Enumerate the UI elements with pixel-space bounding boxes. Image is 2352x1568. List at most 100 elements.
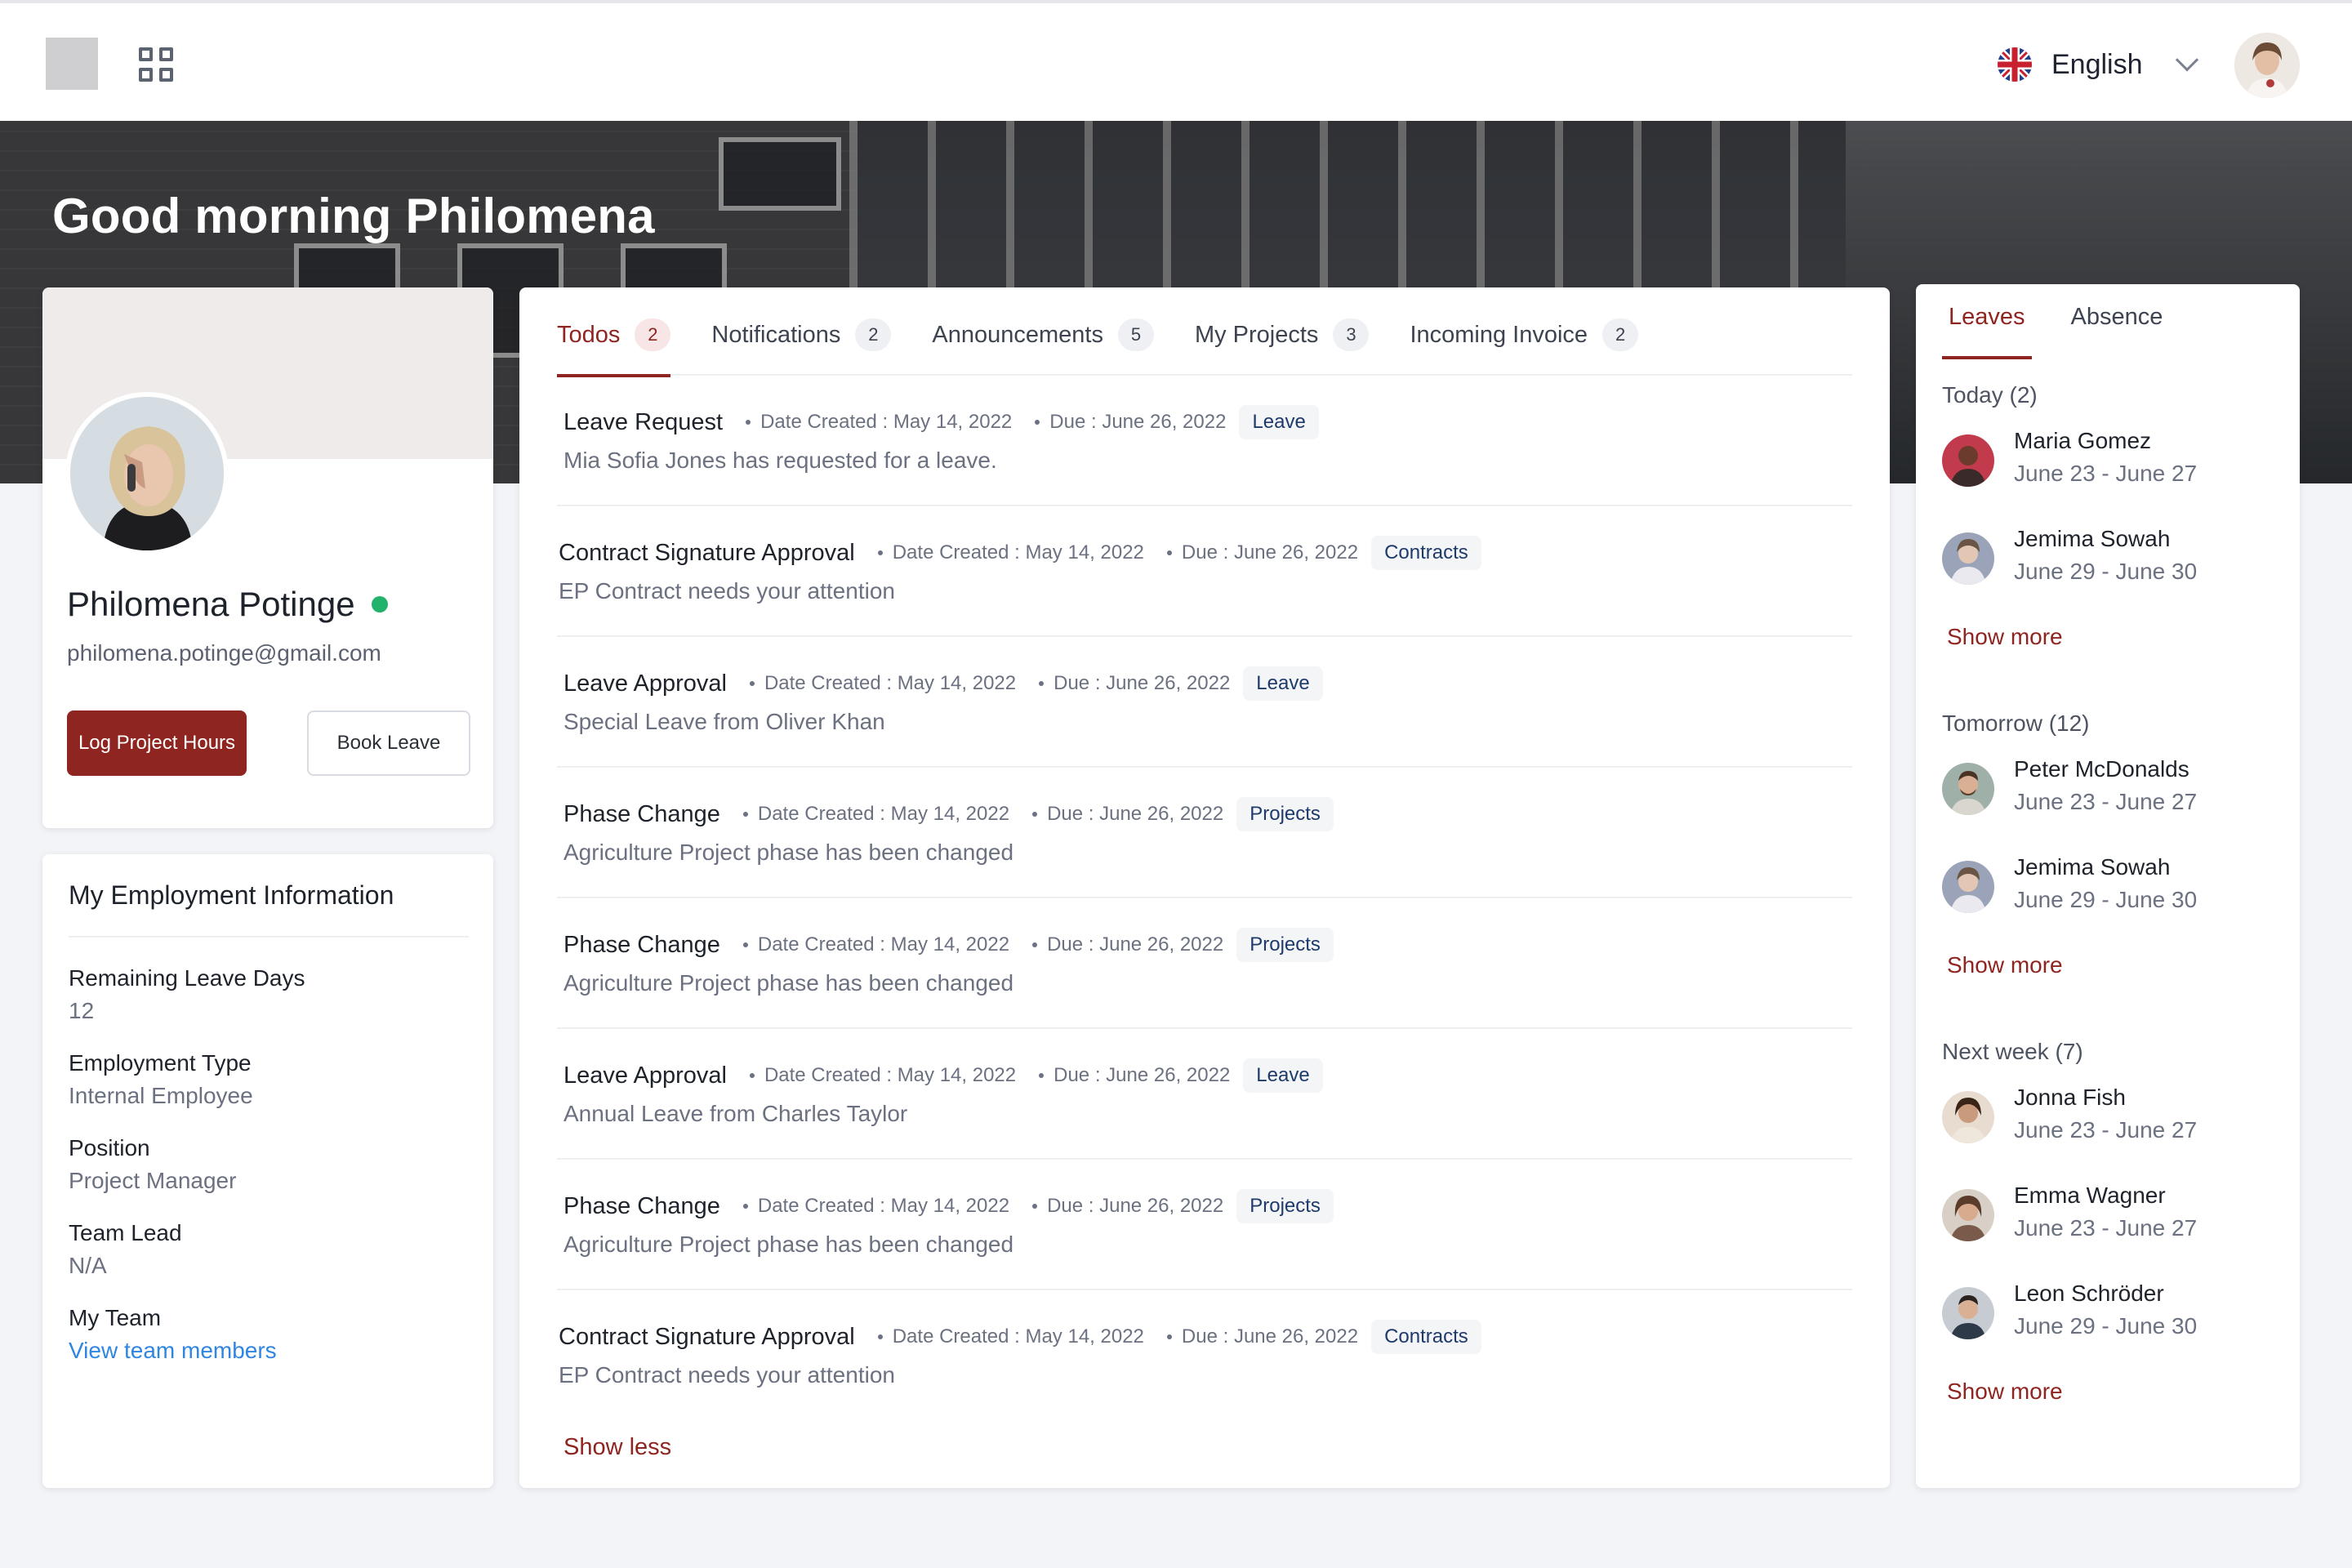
employment-item: My Team View team members bbox=[69, 1302, 469, 1387]
task-date-created: Date Created : May 14, 2022 bbox=[878, 1325, 1144, 1348]
show-more-link[interactable]: Show more bbox=[1942, 1379, 2277, 1405]
leave-group-title: Tomorrow (12) bbox=[1942, 710, 2090, 736]
employment-item: Position Project Manager bbox=[69, 1132, 469, 1217]
task-item[interactable]: Contract Signature Approval Date Created… bbox=[557, 1290, 1852, 1421]
task-tag: Leave bbox=[1243, 666, 1323, 701]
language-label: English bbox=[2051, 48, 2143, 80]
employment-label: Position bbox=[69, 1135, 150, 1160]
grid-icon[interactable] bbox=[139, 47, 175, 83]
leave-group-title: Next week (7) bbox=[1942, 1039, 2083, 1064]
task-description: Mia Sofia Jones has requested for a leav… bbox=[564, 448, 997, 473]
employment-value: Internal Employee bbox=[69, 1083, 253, 1108]
task-item[interactable]: Phase Change Date Created : May 14, 2022… bbox=[557, 898, 1852, 1029]
task-item[interactable]: Phase Change Date Created : May 14, 2022… bbox=[557, 768, 1852, 898]
employment-value: N/A bbox=[69, 1253, 107, 1278]
leave-person[interactable]: Leon Schröder June 29 - June 30 bbox=[1942, 1281, 2277, 1379]
leave-person[interactable]: Emma Wagner June 23 - June 27 bbox=[1942, 1183, 2277, 1281]
employment-label: Remaining Leave Days bbox=[69, 965, 305, 991]
tab-my-projects[interactable]: My Projects 3 bbox=[1195, 317, 1370, 376]
tab-incoming-invoice[interactable]: Incoming Invoice 2 bbox=[1410, 317, 1639, 376]
tab-label: Incoming Invoice bbox=[1410, 322, 1588, 348]
employment-item: Team Lead N/A bbox=[69, 1217, 469, 1302]
leave-person[interactable]: Jonna Fish June 23 - June 27 bbox=[1942, 1085, 2277, 1183]
leave-person[interactable]: Jemima Sowah June 29 - June 30 bbox=[1942, 854, 2277, 952]
user-avatar[interactable] bbox=[2234, 33, 2300, 98]
tasks-card: Todos 2 Notifications 2 Announcements 5 … bbox=[519, 287, 1890, 1488]
avatar bbox=[1942, 1189, 1994, 1241]
show-less-link[interactable]: Show less bbox=[564, 1434, 671, 1461]
tab-leaves[interactable]: Leaves bbox=[1942, 304, 2032, 359]
tab-count-badge: 3 bbox=[1333, 318, 1370, 351]
tab-notifications[interactable]: Notifications 2 bbox=[711, 317, 892, 376]
task-item[interactable]: Leave Request Date Created : May 14, 202… bbox=[557, 376, 1852, 506]
employment-item: Employment Type Internal Employee bbox=[69, 1047, 469, 1132]
language-selector[interactable]: English bbox=[1998, 42, 2198, 87]
task-item[interactable]: Contract Signature Approval Date Created… bbox=[557, 506, 1852, 637]
profile-name-row: Philomena Potinge bbox=[67, 585, 388, 624]
task-description: EP Contract needs your attention bbox=[559, 578, 895, 604]
tab-label: Notifications bbox=[711, 322, 841, 348]
task-title: Phase Change bbox=[564, 931, 720, 958]
task-due-date: Due : June 26, 2022 bbox=[1032, 933, 1223, 956]
leave-person-dates: June 29 - June 30 bbox=[2014, 1313, 2198, 1339]
leave-person-name: Peter McDonalds bbox=[2014, 756, 2189, 782]
task-title: Phase Change bbox=[564, 800, 720, 827]
avatar bbox=[1942, 1287, 1994, 1339]
tab-absence[interactable]: Absence bbox=[2065, 304, 2170, 359]
divider bbox=[69, 936, 469, 938]
tab-announcements[interactable]: Announcements 5 bbox=[932, 317, 1154, 376]
tab-label: Announcements bbox=[932, 322, 1103, 348]
avatar bbox=[1942, 434, 1994, 487]
task-tag: Contracts bbox=[1371, 1320, 1481, 1354]
task-due-date: Due : June 26, 2022 bbox=[1035, 411, 1226, 434]
employment-value: Project Manager bbox=[69, 1168, 237, 1193]
task-item[interactable]: Leave Approval Date Created : May 14, 20… bbox=[557, 637, 1852, 768]
leave-person[interactable]: Peter McDonalds June 23 - June 27 bbox=[1942, 756, 2277, 854]
employment-value: 12 bbox=[69, 998, 95, 1023]
task-item[interactable]: Leave Approval Date Created : May 14, 20… bbox=[557, 1029, 1852, 1160]
leave-person-name: Jonna Fish bbox=[2014, 1085, 2126, 1110]
task-tag: Leave bbox=[1239, 405, 1319, 439]
view-team-members-link[interactable]: View team members bbox=[69, 1334, 469, 1367]
task-tag: Leave bbox=[1243, 1058, 1323, 1093]
avatar bbox=[1942, 763, 1994, 815]
tab-count-badge: 5 bbox=[1117, 318, 1154, 351]
task-header: Leave Request Date Created : May 14, 202… bbox=[564, 405, 1319, 439]
logo[interactable] bbox=[46, 38, 98, 90]
task-list: Leave Request Date Created : May 14, 202… bbox=[557, 376, 1852, 1421]
show-more-link[interactable]: Show more bbox=[1942, 624, 2277, 650]
task-description: Annual Leave from Charles Taylor bbox=[564, 1101, 908, 1126]
task-date-created: Date Created : May 14, 2022 bbox=[743, 1195, 1009, 1218]
task-due-date: Due : June 26, 2022 bbox=[1039, 1064, 1230, 1087]
employment-label: Team Lead bbox=[69, 1220, 182, 1245]
task-due-date: Due : June 26, 2022 bbox=[1167, 541, 1358, 564]
profile-photo bbox=[65, 392, 229, 555]
task-title: Leave Approval bbox=[564, 1062, 727, 1089]
task-tag: Projects bbox=[1236, 1189, 1334, 1223]
task-title: Contract Signature Approval bbox=[559, 1323, 855, 1350]
task-item[interactable]: Phase Change Date Created : May 14, 2022… bbox=[557, 1160, 1852, 1290]
tab-todos[interactable]: Todos 2 bbox=[557, 317, 671, 377]
leave-group-title: Today (2) bbox=[1942, 382, 2038, 408]
task-header: Contract Signature Approval Date Created… bbox=[559, 1320, 1481, 1354]
leave-person-dates: June 29 - June 30 bbox=[2014, 887, 2198, 912]
tab-label: Todos bbox=[557, 322, 621, 348]
task-tag: Projects bbox=[1236, 797, 1334, 831]
task-due-date: Due : June 26, 2022 bbox=[1167, 1325, 1358, 1348]
task-date-created: Date Created : May 14, 2022 bbox=[743, 803, 1009, 826]
log-project-hours-button[interactable]: Log Project Hours bbox=[67, 710, 247, 776]
task-tag: Projects bbox=[1236, 928, 1334, 962]
task-description: Special Leave from Oliver Khan bbox=[564, 709, 885, 734]
leave-person[interactable]: Maria Gomez June 23 - June 27 bbox=[1942, 428, 2277, 526]
task-tag: Contracts bbox=[1371, 536, 1481, 570]
leave-person[interactable]: Jemima Sowah June 29 - June 30 bbox=[1942, 526, 2277, 624]
task-due-date: Due : June 26, 2022 bbox=[1039, 672, 1230, 695]
task-title: Contract Signature Approval bbox=[559, 539, 855, 566]
leave-group-next-week: Next week (7) Jonna Fish June 23 - June … bbox=[1942, 1039, 2277, 1405]
show-more-link[interactable]: Show more bbox=[1942, 952, 2277, 978]
book-leave-button[interactable]: Book Leave bbox=[307, 710, 470, 776]
task-title: Leave Approval bbox=[564, 670, 727, 697]
employment-title: My Employment Information bbox=[69, 880, 394, 910]
task-date-created: Date Created : May 14, 2022 bbox=[878, 541, 1144, 564]
task-header: Contract Signature Approval Date Created… bbox=[559, 536, 1481, 570]
